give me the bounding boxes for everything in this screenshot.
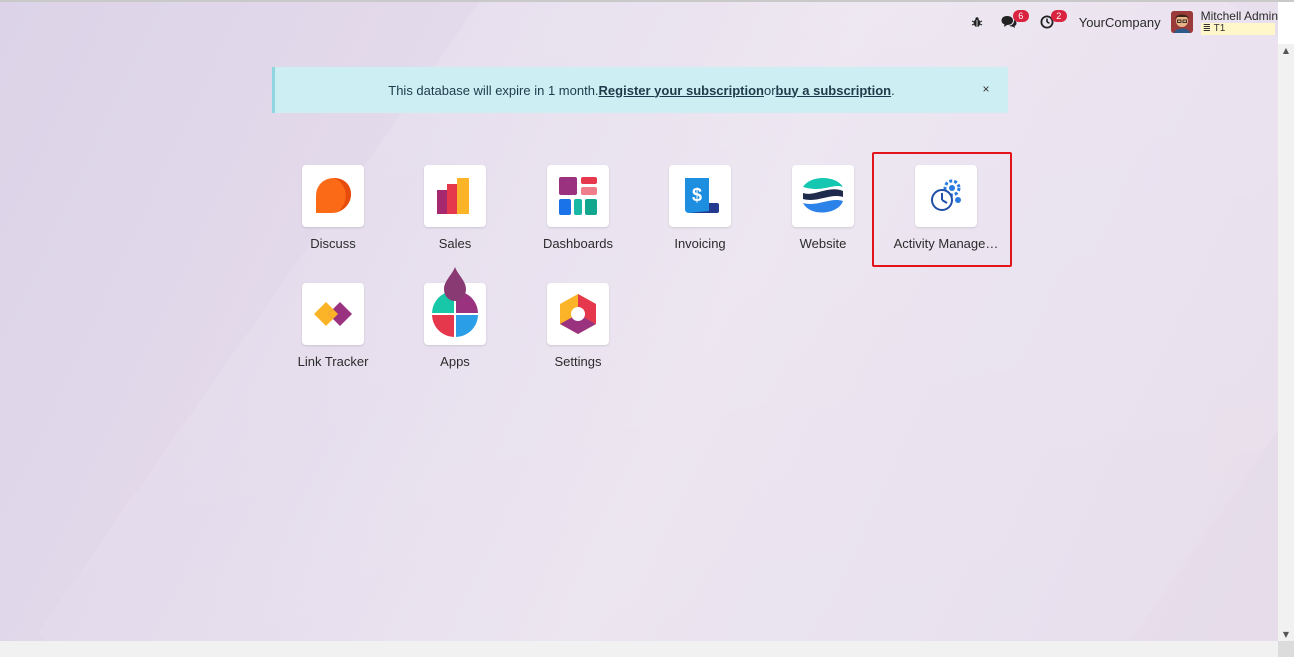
register-subscription-link[interactable]: Register your subscription [599, 83, 764, 98]
messages-count-badge: 6 [1012, 10, 1029, 22]
dashboards-icon [547, 165, 609, 227]
horizontal-scrollbar[interactable] [0, 641, 1278, 657]
sales-icon [424, 165, 486, 227]
messages-button[interactable]: 6 [997, 8, 1029, 36]
app-dashboards[interactable]: Dashboards [518, 165, 638, 251]
database-icon: ≣ [1202, 22, 1214, 34]
app-invoicing[interactable]: $ Invoicing [640, 165, 760, 251]
banner-text-mid: or [763, 82, 776, 98]
apps-icon [424, 267, 486, 345]
database-label: T1 [1213, 22, 1226, 34]
app-sales[interactable]: Sales [395, 165, 515, 251]
vertical-scrollbar[interactable]: ▲ ▼ [1278, 44, 1294, 641]
app-label: Discuss [310, 236, 356, 251]
bug-icon [965, 10, 989, 34]
company-switcher[interactable]: YourCompany [1079, 15, 1161, 30]
app-label: Website [799, 236, 847, 251]
debug-button[interactable] [965, 8, 989, 36]
close-icon[interactable]: × [978, 81, 994, 97]
scrollbar-corner [1278, 641, 1294, 657]
app-label: Sales [438, 236, 472, 251]
app-website[interactable]: Website [763, 165, 883, 251]
banner-text-after: . [891, 82, 895, 98]
database-name: ≣ T1 [1200, 22, 1275, 35]
database-expiration-banner: This database will expire in 1 month. Re… [272, 67, 1008, 113]
app-discuss[interactable]: Discuss [273, 165, 393, 251]
highlight-box [872, 152, 1012, 267]
scroll-up-icon[interactable]: ▲ [1278, 46, 1294, 55]
discuss-icon [302, 165, 364, 227]
invoicing-icon: $ [669, 165, 731, 227]
app-label: Settings [554, 354, 602, 369]
buy-subscription-link[interactable]: buy a subscription [776, 83, 892, 98]
app-apps[interactable]: Apps [395, 267, 515, 369]
activities-button[interactable]: 2 [1035, 8, 1067, 36]
top-border [0, 0, 1294, 2]
avatar [1170, 11, 1193, 33]
svg-text:$: $ [692, 185, 702, 205]
settings-icon [547, 283, 609, 345]
app-label: Dashboards [542, 236, 614, 251]
app-label: Invoicing [674, 236, 726, 251]
systray: 6 2 YourCompany Mitchell Admin ≣ T1 [965, 8, 1278, 36]
app-label: Apps [440, 354, 470, 369]
activities-count-badge: 2 [1050, 10, 1067, 22]
app-link-tracker[interactable]: Link Tracker [273, 283, 393, 369]
user-name: Mitchell Admin [1200, 8, 1278, 23]
link-tracker-icon [302, 283, 364, 345]
banner-text-before: This database will expire in 1 month. [388, 82, 599, 98]
app-label: Link Tracker [297, 354, 369, 369]
app-settings[interactable]: Settings [518, 283, 638, 369]
website-icon [792, 165, 854, 227]
user-menu[interactable]: Mitchell Admin ≣ T1 [1170, 8, 1278, 35]
drop-icon [444, 267, 466, 301]
scroll-down-icon[interactable]: ▼ [1278, 630, 1294, 639]
